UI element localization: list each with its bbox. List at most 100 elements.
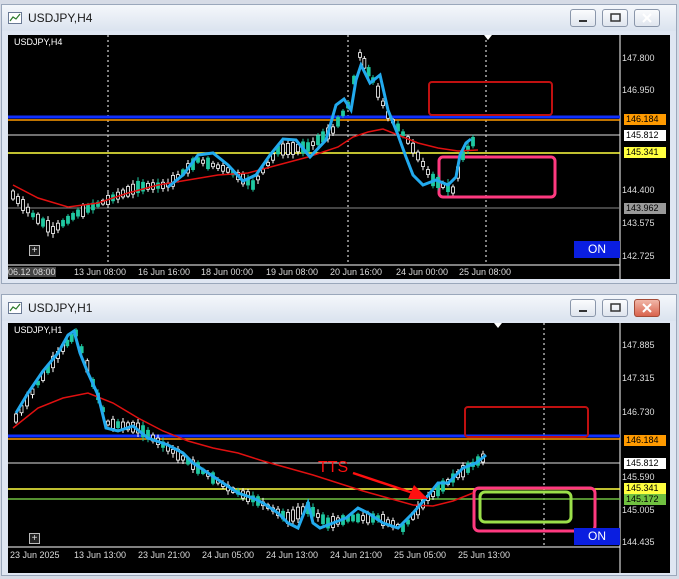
close-button[interactable] [634, 299, 660, 317]
window-title: USDJPY,H1 [28, 301, 93, 315]
candle-body [106, 420, 110, 426]
time-label: 24 Jun 05:00 [202, 550, 255, 560]
time-label: 19 Jun 08:00 [266, 267, 319, 277]
time-label: 16 Jun 16:00 [138, 267, 191, 277]
price-label: 144.400 [622, 185, 655, 195]
time-label: 24 Jun 00:00 [396, 267, 449, 277]
candle-body [121, 189, 125, 198]
candle-body [291, 509, 295, 522]
price-label: 147.800 [622, 53, 655, 63]
candle-body [266, 161, 270, 167]
time-label: 13 Jun 08:00 [74, 267, 127, 277]
price-chart-h4[interactable]: USDJPY,H4 147.800 146.950 146.184 145.81… [8, 35, 670, 279]
chart-canvas [8, 35, 621, 279]
price-tag-white: 145.812 [624, 130, 666, 141]
candle-body [316, 513, 320, 518]
candle-body [256, 175, 260, 181]
close-icon [642, 13, 652, 23]
support-zone-box-pink [472, 486, 597, 533]
price-tag-orange: 146.184 [624, 114, 666, 125]
plus-icon[interactable]: + [29, 533, 40, 544]
candle-body [211, 162, 215, 168]
candle-body [116, 421, 120, 429]
candle-body [36, 213, 40, 224]
candle-body [221, 165, 225, 172]
candle-body [46, 220, 50, 233]
candle-body [358, 52, 362, 58]
time-label: 25 Jun 13:00 [458, 550, 511, 560]
time-label: 23 Jun 2025 [10, 550, 60, 560]
time-label: 18 Jun 00:00 [201, 267, 254, 277]
price-label: 142.725 [622, 251, 655, 261]
minimize-icon [579, 20, 587, 22]
price-chart-h1[interactable]: USDJPY,H1 TTS 147.885 147.315 146.730 14… [8, 323, 670, 573]
time-label: 06.12 08:00 [8, 267, 56, 277]
price-tag-green: 145.172 [624, 494, 666, 505]
restore-button[interactable] [602, 9, 628, 27]
candle-body [426, 169, 430, 175]
time-label: 23 Jun 21:00 [138, 550, 191, 560]
chart-window-h4[interactable]: USDJPY,H4 USDJPY,H4 147.800 146.950 146.… [1, 4, 677, 284]
price-label: 147.885 [622, 340, 655, 350]
on-toggle-button[interactable]: ON [574, 528, 620, 545]
candle-body [71, 213, 75, 220]
title-bar[interactable]: USDJPY,H4 [2, 5, 676, 31]
caret-down-icon [484, 35, 492, 40]
candle-body [31, 212, 35, 218]
candle-body [14, 413, 18, 423]
price-tag-orange: 146.184 [624, 435, 666, 446]
candles [14, 328, 485, 535]
price-label: 146.950 [622, 85, 655, 95]
candle-body [306, 142, 310, 152]
chart-window-h1[interactable]: USDJPY,H1 USDJPY,H1 TTS 147.885 147.315 … [1, 294, 677, 576]
candle-body [451, 186, 455, 194]
candle-body [356, 513, 360, 523]
candle-body [26, 206, 30, 214]
window-title: USDJPY,H4 [28, 11, 93, 25]
caret-down-icon [494, 323, 502, 328]
candle-body [471, 137, 475, 147]
candle-body [111, 418, 115, 429]
candle-body [421, 161, 425, 167]
symbol-label: USDJPY,H1 [14, 325, 63, 335]
time-label: 13 Jun 13:00 [74, 550, 127, 560]
chart-window-icon [8, 12, 22, 24]
candle-body [336, 116, 340, 127]
candle-body [251, 180, 255, 190]
candle-body [331, 126, 335, 134]
candle-body [281, 143, 285, 156]
candle-body [161, 181, 165, 189]
price-label: 145.005 [622, 505, 655, 515]
candle-body [41, 218, 45, 227]
candle-body [226, 167, 230, 173]
candle-body [181, 455, 185, 461]
resistance-zone-box [464, 406, 589, 438]
close-button[interactable] [634, 9, 660, 27]
candle-body [11, 190, 15, 200]
plus-icon[interactable]: + [29, 245, 40, 256]
candle-body [51, 226, 55, 234]
candle-body [361, 515, 365, 521]
candle-body [206, 157, 210, 170]
restore-button[interactable] [602, 299, 628, 317]
time-label: 24 Jun 21:00 [330, 550, 383, 560]
price-tag-yellow: 145.341 [624, 483, 666, 494]
candle-body [171, 449, 175, 454]
minimize-button[interactable] [570, 299, 596, 317]
chart-canvas [8, 323, 621, 573]
candle-body [81, 204, 85, 217]
time-label: 25 Jun 05:00 [394, 550, 447, 560]
candle-body [86, 204, 90, 213]
title-bar[interactable]: USDJPY,H1 [2, 295, 676, 321]
price-label: 147.315 [622, 373, 655, 383]
on-toggle-button[interactable]: ON [574, 241, 620, 258]
candle-body [341, 110, 345, 116]
minimize-icon [579, 310, 587, 312]
minimize-button[interactable] [570, 9, 596, 27]
time-label: 20 Jun 16:00 [330, 267, 383, 277]
candle-body [56, 222, 60, 231]
candle-body [401, 131, 405, 137]
resistance-zone-box [428, 81, 553, 116]
support-zone-box-green [478, 490, 573, 524]
price-label: 144.435 [622, 537, 655, 547]
